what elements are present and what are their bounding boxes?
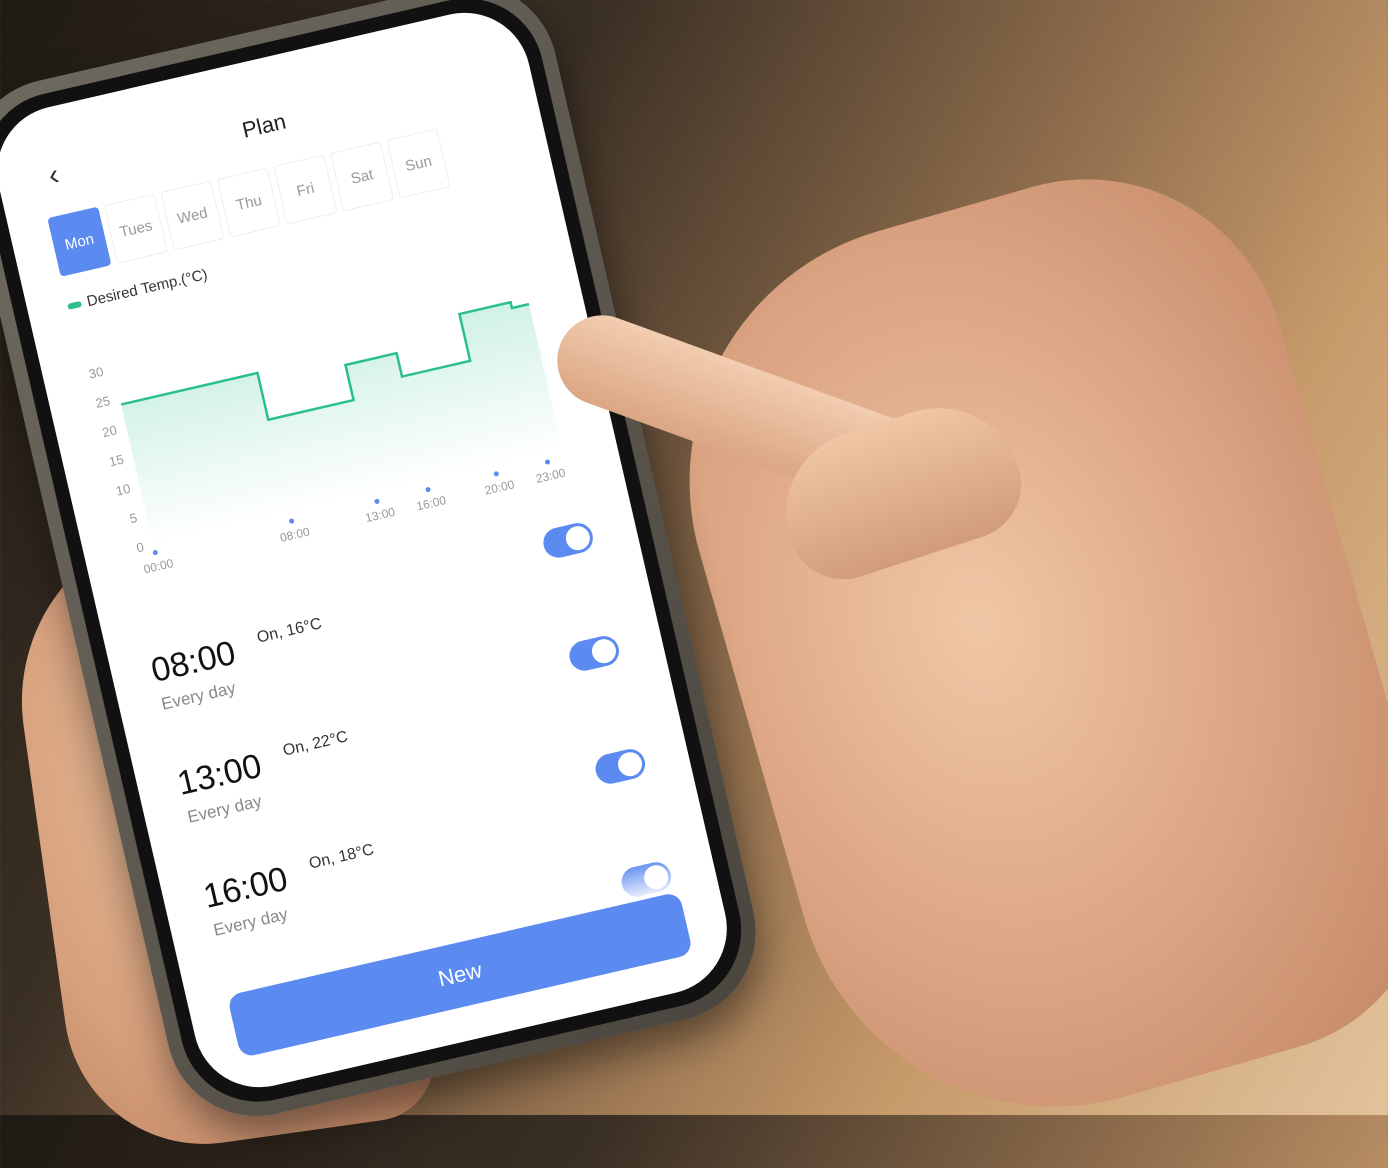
x-tick-label: 00:00 bbox=[142, 556, 175, 576]
day-tab-sun[interactable]: Sun bbox=[386, 128, 451, 199]
y-tick-label: 30 bbox=[87, 364, 104, 382]
x-tick-marker bbox=[425, 487, 431, 493]
day-tab-sat[interactable]: Sat bbox=[329, 141, 395, 212]
x-tick-marker bbox=[289, 518, 295, 524]
toggle-knob bbox=[615, 749, 645, 779]
x-tick-marker bbox=[152, 550, 158, 556]
y-tick-label: 15 bbox=[108, 452, 125, 470]
day-tab-wed[interactable]: Wed bbox=[160, 180, 225, 251]
x-tick-label: 08:00 bbox=[279, 524, 312, 544]
day-tab-mon[interactable]: Mon bbox=[47, 206, 112, 277]
plan-detail: On, 18°C bbox=[307, 841, 376, 873]
legend-swatch bbox=[66, 300, 82, 310]
plan-toggle[interactable] bbox=[592, 746, 649, 787]
day-tab-fri[interactable]: Fri bbox=[273, 154, 338, 225]
x-tick-label: 23:00 bbox=[534, 465, 567, 485]
y-tick-label: 5 bbox=[128, 510, 138, 526]
toggle-knob bbox=[563, 523, 593, 553]
right-hand bbox=[627, 131, 1388, 1168]
plan-detail: On, 16°C bbox=[255, 615, 324, 647]
day-tab-thu[interactable]: Thu bbox=[216, 167, 282, 238]
y-tick-label: 25 bbox=[94, 393, 111, 411]
plan-toggle[interactable] bbox=[566, 633, 622, 674]
plan-toggle[interactable] bbox=[540, 520, 596, 561]
plan-detail: On, 22°C bbox=[281, 728, 350, 760]
x-tick-marker bbox=[493, 471, 499, 477]
x-tick-label: 16:00 bbox=[415, 493, 448, 513]
y-tick-label: 10 bbox=[114, 481, 131, 499]
x-tick-label: 13:00 bbox=[364, 505, 397, 525]
x-tick-marker bbox=[544, 459, 550, 465]
toggle-knob bbox=[589, 636, 619, 666]
day-tab-tues[interactable]: Tues bbox=[103, 193, 168, 264]
temperature-area bbox=[121, 302, 563, 545]
y-tick-label: 20 bbox=[101, 422, 118, 440]
y-tick-label: 0 bbox=[135, 539, 145, 555]
x-tick-label: 20:00 bbox=[483, 477, 516, 497]
x-tick-marker bbox=[374, 498, 380, 504]
